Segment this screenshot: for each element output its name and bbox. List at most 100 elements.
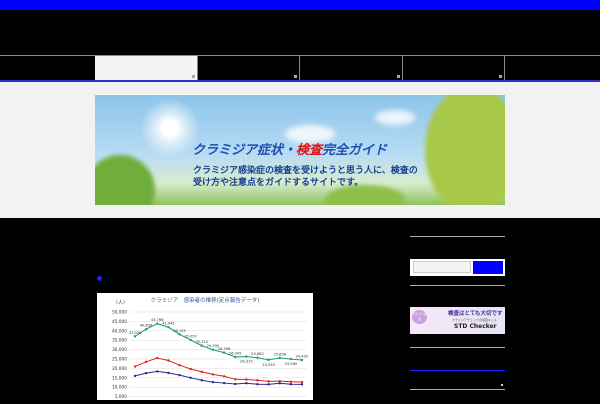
data-point [178,364,181,367]
data-point [178,333,181,336]
data-point [289,380,293,383]
data-label: 24,960 [285,362,298,366]
data-label: 40,836 [140,324,153,328]
title-part: 完全ガイド [322,143,388,158]
data-point [256,356,259,359]
ad-headline: 検査はとても大切です [448,311,503,317]
data-point [133,374,137,378]
global-nav [0,56,600,80]
data-point [234,378,237,381]
data-point [200,379,203,382]
std-checker-ad[interactable]: ラクラク検査 検査はとても大切です クラミジアチェックの検査キット STD Ch… [410,307,505,334]
data-point [211,380,215,384]
title-highlight: 検査 [296,143,323,158]
data-point [222,375,226,378]
data-label: 26,315 [240,360,253,364]
data-point [222,351,226,354]
data-point [144,360,148,364]
series-line-female [134,357,303,383]
title-part: クラミジア症状・ [192,143,297,158]
ad-badge: ラクラク検査 [412,310,427,324]
data-point [267,380,270,383]
data-point [289,382,293,386]
data-point [200,370,203,373]
tree-graphic [425,95,505,205]
top-accent-bar [0,0,600,10]
data-label: 41,945 [162,322,175,326]
data-label: 25,682 [251,352,264,356]
search-input[interactable] [413,261,471,273]
grip-icon [501,384,503,386]
data-point [267,383,270,386]
sun-graphic [140,98,200,158]
header-banner[interactable]: クラミジア症状・検査完全ガイド クラミジア感染症の検査を受けようと思う人に、検査… [95,95,505,205]
y-tick-label: 20,000 [112,366,127,372]
infection-trend-chart: クラミジア 感染者の推移(定点報告データ) （人） 50,000 45,000 40,0… [97,293,313,400]
data-label: 38,155 [173,329,186,333]
data-label: 24,530 [262,363,275,367]
site-title: クラミジア症状・検査完全ガイド [192,139,387,158]
data-point [156,370,159,373]
data-point [300,380,304,384]
sidebar-divider [410,389,505,390]
grip-icon [499,75,502,78]
nav-item-3[interactable] [300,56,403,80]
data-point [167,359,170,362]
cloud-graphic [375,110,415,125]
data-label: 26,045 [229,352,242,356]
y-tick-label: 50,000 [112,310,127,316]
data-point [178,373,181,377]
data-point [167,325,170,329]
data-label: 25,606 [273,352,286,356]
data-point [256,379,259,382]
nav-item-1[interactable] [95,56,198,80]
sidebar-divider [410,347,505,348]
data-point [245,378,248,381]
data-point [256,382,259,386]
chart-svg: クラミジア 感染者の推移(定点報告データ) （人） 50,000 45,000 40,0… [112,296,309,400]
data-point [267,358,270,362]
y-tick-label: 15,000 [112,375,127,381]
y-tick-label: 10,000 [112,385,127,391]
data-point [278,382,281,385]
y-tick-label: 30,000 [112,347,127,353]
data-point [222,381,226,385]
tree-graphic [95,155,155,205]
data-point [189,376,192,379]
data-point [189,367,192,371]
site-description: クラミジア感染症の検査を受けようと思う人に、検査の受け方や注意点をガイドするサイ… [193,166,418,188]
data-label: 35,057 [184,335,197,339]
data-point [278,356,281,360]
ad-brand: STD Checker [454,323,497,330]
data-point [245,382,248,385]
data-point [133,335,137,338]
data-point [189,338,192,342]
data-point [133,365,137,368]
nav-item-4[interactable] [403,56,505,80]
data-point [211,348,215,351]
search-button[interactable] [473,261,503,274]
data-point [144,328,148,331]
data-point [167,371,170,375]
grip-icon [192,75,195,78]
sidebar-accent-line [410,370,505,371]
data-point [234,355,237,359]
nav-item-2[interactable] [198,56,300,80]
data-point [211,373,215,376]
chart-title: クラミジア 感染者の推移(定点報告データ) [151,296,260,304]
data-point [300,358,304,362]
bullet-icon [97,276,102,281]
data-point [200,344,203,347]
data-label: 37,028 [129,331,142,335]
grip-icon [397,75,400,78]
data-point [289,357,293,361]
sidebar-divider [410,285,505,286]
data-point [156,356,159,360]
data-point [300,383,304,386]
data-label: 24,450 [296,355,309,359]
sidebar-divider [410,236,505,237]
y-axis-unit: （人） [113,300,128,306]
search-form [410,259,505,276]
data-point [156,322,159,325]
grip-icon [294,75,297,78]
